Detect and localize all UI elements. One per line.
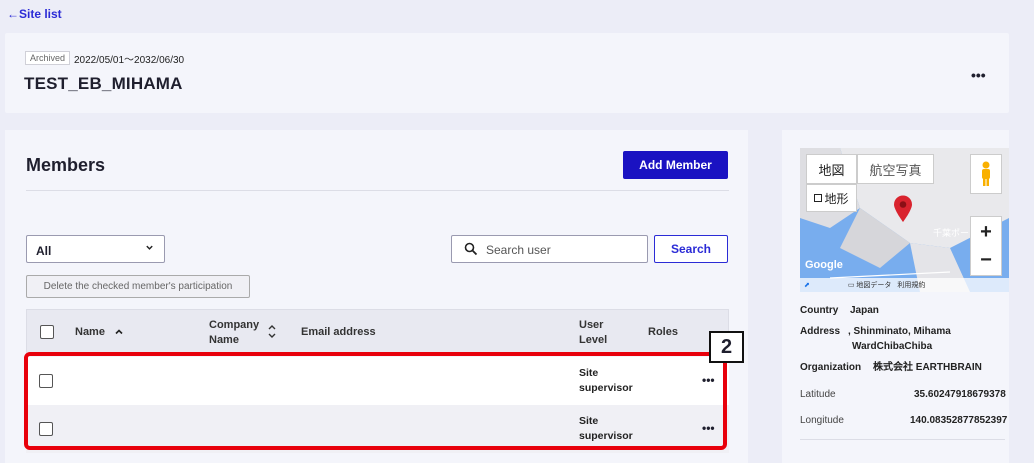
site-info-panel: 地図 航空写真 地形 千葉ポー + − Google ⬈ ▭ 地図データ 利用規… bbox=[782, 130, 1009, 463]
terrain-label: 地形 bbox=[824, 191, 849, 206]
address-label: Address bbox=[800, 326, 841, 337]
address-line1: , Shinminato, Mihama bbox=[848, 326, 951, 337]
organization-value: 株式会社 EARTHBRAIN bbox=[873, 362, 982, 373]
annotation-number-badge: 2 bbox=[709, 331, 744, 363]
annotation-highlight-box bbox=[24, 352, 727, 450]
organization-label: Organization bbox=[800, 362, 862, 373]
search-button[interactable]: Search bbox=[654, 235, 728, 263]
keyboard-icon[interactable]: ▭ bbox=[848, 282, 855, 289]
longitude-label: Longitude bbox=[800, 415, 844, 426]
sort-toggle-icon[interactable] bbox=[267, 320, 277, 347]
delete-participation-button[interactable]: Delete the checked member's participatio… bbox=[26, 275, 250, 298]
divider bbox=[800, 439, 1005, 440]
zoom-in-button[interactable]: + bbox=[980, 218, 992, 246]
archived-badge: Archived bbox=[25, 51, 71, 65]
column-company-line1: Company bbox=[209, 319, 260, 331]
table-header: Name Company Name Email address User Lev… bbox=[26, 309, 729, 354]
map-type-satellite-tab[interactable]: 航空写真 bbox=[857, 154, 934, 184]
map-zoom-controls: + − bbox=[970, 216, 1002, 276]
column-user-level-header: User Level bbox=[579, 318, 607, 348]
column-user-level-line1: User bbox=[579, 319, 604, 331]
sort-ascending-icon[interactable] bbox=[114, 324, 124, 342]
site-list-back-link[interactable]: ←Site list bbox=[7, 7, 62, 21]
site-period: 2022/05/01～2032/06/30 bbox=[74, 55, 185, 66]
map-data-label[interactable]: 地図データ bbox=[856, 282, 891, 289]
column-company-header[interactable]: Company Name bbox=[209, 318, 259, 348]
terrain-checkbox-icon bbox=[814, 194, 823, 202]
search-placeholder: Search user bbox=[486, 243, 551, 257]
longitude-value: 140.08352877852397 bbox=[910, 415, 1008, 426]
members-heading: Members bbox=[26, 155, 106, 175]
column-roles-header: Roles bbox=[648, 326, 678, 338]
header-more-menu-button[interactable]: ••• bbox=[971, 67, 986, 83]
site-header: Archived 2022/05/01～2032/06/30 TEST_EB_M… bbox=[5, 33, 1009, 113]
search-user-input[interactable]: Search user bbox=[451, 235, 648, 263]
address-line2: WardChibaChiba bbox=[852, 341, 933, 352]
street-view-pegman-icon[interactable] bbox=[970, 154, 1002, 194]
map-type-map-tab[interactable]: 地図 bbox=[806, 154, 857, 184]
address-value: , Shinminato, Mihama WardChibaChiba bbox=[848, 324, 951, 354]
map-place-label: 千葉ポー bbox=[933, 228, 970, 238]
role-filter-value: All bbox=[36, 244, 52, 258]
terms-link[interactable]: 利用規約 bbox=[897, 282, 925, 289]
country-label: Country bbox=[800, 305, 839, 316]
external-link-icon[interactable]: ⬈ bbox=[804, 282, 810, 289]
select-all-checkbox[interactable] bbox=[40, 325, 54, 339]
zoom-out-button[interactable]: − bbox=[980, 246, 992, 274]
column-user-level-line2: Level bbox=[579, 334, 608, 346]
column-email-header: Email address bbox=[301, 326, 376, 338]
terrain-toggle[interactable]: 地形 bbox=[806, 184, 857, 212]
add-member-button[interactable]: Add Member bbox=[623, 151, 728, 179]
location-pin-icon bbox=[893, 195, 913, 228]
chevron-down-icon bbox=[145, 243, 154, 255]
search-icon bbox=[464, 242, 478, 261]
page-title: TEST_EB_MIHAMA bbox=[24, 74, 183, 93]
role-filter-select[interactable]: All bbox=[26, 235, 165, 263]
latitude-label: Latitude bbox=[800, 389, 836, 400]
site-map[interactable]: 地図 航空写真 地形 千葉ポー + − Google ⬈ ▭ 地図データ 利用規… bbox=[800, 148, 1009, 292]
latitude-value: 35.60247918679378 bbox=[914, 389, 1006, 400]
google-logo: Google bbox=[805, 259, 843, 271]
divider bbox=[26, 190, 729, 191]
column-company-line2: Name bbox=[209, 334, 239, 346]
column-name-header[interactable]: Name bbox=[75, 325, 105, 340]
country-value: Japan bbox=[850, 305, 879, 316]
map-footer: ⬈ ▭ 地図データ 利用規約 bbox=[800, 278, 1009, 292]
